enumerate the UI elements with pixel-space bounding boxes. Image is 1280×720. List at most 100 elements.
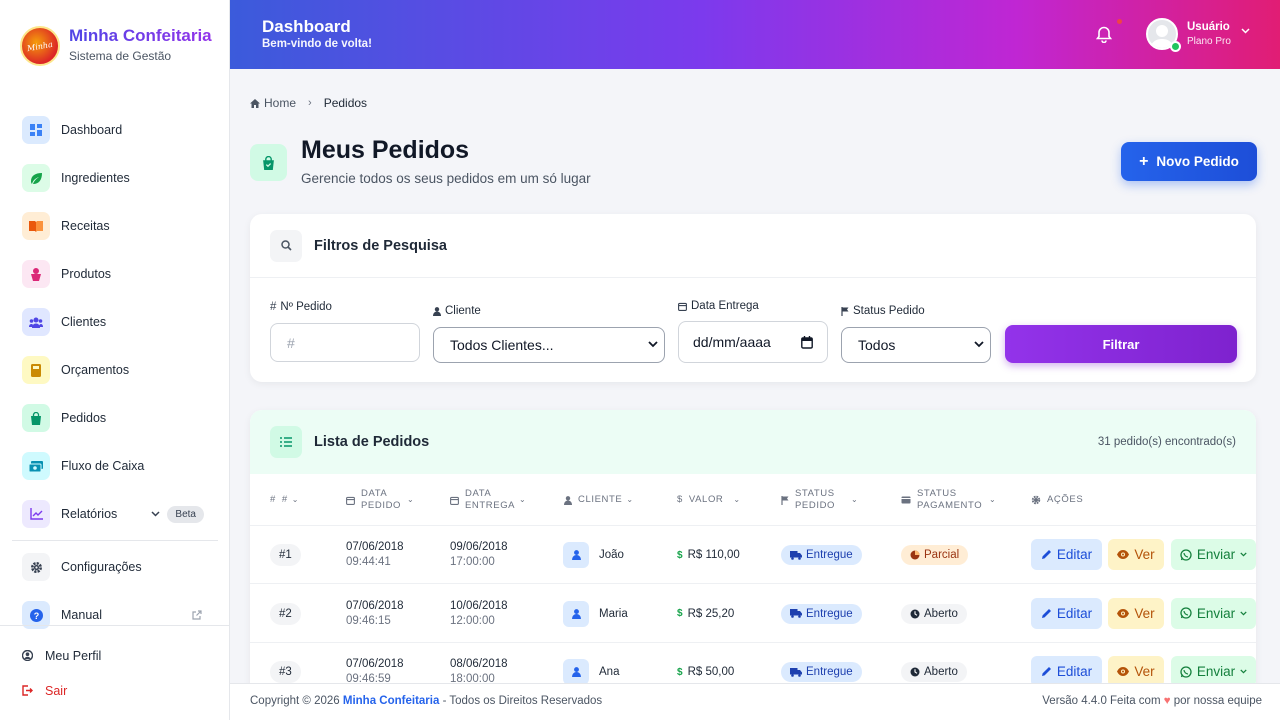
edit-button[interactable]: Editar xyxy=(1031,539,1102,570)
pencil-icon xyxy=(1041,667,1051,676)
sidebar-item-sair[interactable]: Sair xyxy=(0,673,229,708)
sidebar-item-relatorios[interactable]: Relatórios Beta xyxy=(12,490,218,538)
delivery-date-input[interactable]: dd/mm/aaaa xyxy=(678,321,828,363)
sidebar-nav: Dashboard Ingredientes Receitas Produtos… xyxy=(12,106,218,639)
table-row[interactable]: #2 07/06/2018 09:46:15 10/06/2018 12:00:00 Ma… xyxy=(250,585,1256,643)
payment-badge: Aberto xyxy=(901,662,967,682)
cell-value: $ R$ 25,20 xyxy=(677,585,734,643)
sidebar-item-pedidos[interactable]: Pedidos xyxy=(12,394,218,442)
dollar-icon: $ xyxy=(677,494,683,505)
sidebar-item-dashboard[interactable]: Dashboard xyxy=(12,106,218,154)
plus-icon: + xyxy=(1139,152,1149,170)
external-link-icon xyxy=(192,610,202,620)
edit-button[interactable]: Editar xyxy=(1031,656,1102,683)
dollar-icon: $ xyxy=(677,608,683,619)
money-icon xyxy=(22,452,50,480)
filters-header: Filtros de Pesquisa xyxy=(250,214,1256,278)
payment-badge: Parcial xyxy=(901,545,969,565)
status-badge: Entregue xyxy=(781,545,862,565)
client-select[interactable]: Todos Clientes... xyxy=(433,327,665,363)
calculator-icon xyxy=(22,356,50,384)
send-whatsapp-button[interactable]: Enviar xyxy=(1171,656,1256,683)
sidebar-item-configuracoes[interactable]: Configurações xyxy=(12,543,218,591)
orders-list-card: Lista de Pedidos 31 pedido(s) encontrado… xyxy=(250,410,1256,683)
calendar-icon xyxy=(450,496,459,505)
user-icon xyxy=(563,659,589,683)
view-button[interactable]: Ver xyxy=(1108,597,1164,629)
gear-icon xyxy=(1031,495,1041,505)
chevron-down-icon xyxy=(648,341,658,348)
footer: Copyright © 2026 Minha Confeitaria - Tod… xyxy=(230,683,1280,720)
column-header-value[interactable]: $ Valor ⌄ xyxy=(677,474,741,526)
column-header-payment-status[interactable]: Status Pagamento ⌄ xyxy=(901,474,996,526)
user-name[interactable]: Usuário xyxy=(1187,21,1230,33)
topbar: Dashboard Bem-vindo de volta! Usuário Pl… xyxy=(230,0,1280,69)
payment-badge: Aberto xyxy=(901,603,967,624)
client-label: Cliente xyxy=(433,305,481,317)
send-whatsapp-button[interactable]: Enviar xyxy=(1171,539,1256,570)
chevron-down-icon xyxy=(1240,552,1247,557)
table-row[interactable]: #1 07/06/2018 09:44:41 09/06/2018 17:00:00 Jo… xyxy=(250,526,1256,584)
truck-icon xyxy=(790,550,802,560)
table-row[interactable]: #3 07/06/2018 09:46:59 08/06/2018 18:00:00 An… xyxy=(250,643,1256,683)
whatsapp-icon xyxy=(1180,607,1192,619)
logout-icon xyxy=(22,685,45,696)
bell-icon[interactable] xyxy=(1096,26,1112,43)
send-whatsapp-button[interactable]: Enviar xyxy=(1171,597,1256,629)
truck-icon xyxy=(790,609,802,618)
sidebar-item-receitas[interactable]: Receitas xyxy=(12,202,218,250)
column-header-delivery-date[interactable]: Data Entrega ⌄ xyxy=(450,474,526,526)
column-header-id[interactable]: # # ⌄ xyxy=(270,474,299,526)
sidebar-item-ingredientes[interactable]: Ingredientes xyxy=(12,154,218,202)
sort-icon: ⌄ xyxy=(519,495,527,504)
edit-button[interactable]: Editar xyxy=(1031,597,1102,629)
footer-version: Versão 4.4.0 Feita com ♥ por nossa equip… xyxy=(1042,695,1262,707)
partial-circle-icon xyxy=(910,550,920,560)
calendar-icon[interactable] xyxy=(801,336,813,349)
orders-list-header: Lista de Pedidos 31 pedido(s) encontrado… xyxy=(250,410,1256,474)
dollar-icon: $ xyxy=(677,666,683,678)
sidebar-item-meu-perfil[interactable]: Meu Perfil xyxy=(0,638,229,673)
cell-delivery-date: 08/06/2018 18:00:00 xyxy=(450,658,508,683)
cell-order-status: Entregue xyxy=(781,526,862,584)
sidebar-item-produtos[interactable]: Produtos xyxy=(12,250,218,298)
book-icon xyxy=(22,212,50,240)
cell-client: Maria xyxy=(563,585,628,643)
search-icon xyxy=(270,229,302,262)
filter-button[interactable]: Filtrar xyxy=(1005,325,1237,363)
sidebar: Minha Minha Confeitaria Sistema de Gestã… xyxy=(0,0,230,720)
filters-title: Filtros de Pesquisa xyxy=(314,237,447,254)
column-header-order-date[interactable]: Data Pedido ⌄ xyxy=(346,474,414,526)
brand-name: Minha Confeitaria xyxy=(69,24,212,48)
chevron-down-icon[interactable] xyxy=(1241,28,1250,34)
cell-value: $ R$ 110,00 xyxy=(677,526,740,584)
footer-brand-link[interactable]: Minha Confeitaria xyxy=(343,695,439,707)
sidebar-item-label: Orçamentos xyxy=(61,363,130,377)
order-value: R$ 110,00 xyxy=(687,549,740,561)
column-header-order-status[interactable]: Status Pedido ⌄ xyxy=(781,474,858,526)
flag-icon xyxy=(781,495,789,505)
pencil-icon xyxy=(1041,608,1051,618)
view-button[interactable]: Ver xyxy=(1108,539,1164,570)
status-badge: Entregue xyxy=(781,603,862,624)
view-button[interactable]: Ver xyxy=(1108,656,1164,683)
column-header-client[interactable]: Cliente ⌄ xyxy=(564,474,634,526)
filters-card: Filtros de Pesquisa # Nº Pedido # Cliente… xyxy=(250,214,1256,382)
order-status-select[interactable]: Todos xyxy=(841,327,991,363)
sidebar-item-orcamentos[interactable]: Orçamentos xyxy=(12,346,218,394)
sidebar-item-fluxo-de-caixa[interactable]: Fluxo de Caixa xyxy=(12,442,218,490)
new-order-button[interactable]: + Novo Pedido xyxy=(1121,142,1257,181)
cell-client: Ana xyxy=(563,643,619,683)
notification-dot xyxy=(1117,19,1122,24)
order-number-input[interactable]: # xyxy=(270,323,420,362)
breadcrumb: Home › Pedidos xyxy=(250,96,367,110)
sort-icon: ⌄ xyxy=(291,495,300,504)
breadcrumb-home[interactable]: Home xyxy=(264,96,296,110)
page-subtitle: Gerencie todos os seus pedidos em um só … xyxy=(301,171,591,186)
user-icon xyxy=(563,542,589,568)
brand[interactable]: Minha Minha Confeitaria Sistema de Gestã… xyxy=(20,24,212,66)
sidebar-item-clientes[interactable]: Clientes xyxy=(12,298,218,346)
sidebar-bottom: Meu Perfil Sair xyxy=(0,625,229,708)
whatsapp-icon xyxy=(1180,548,1192,561)
sidebar-item-label: Dashboard xyxy=(61,123,123,137)
